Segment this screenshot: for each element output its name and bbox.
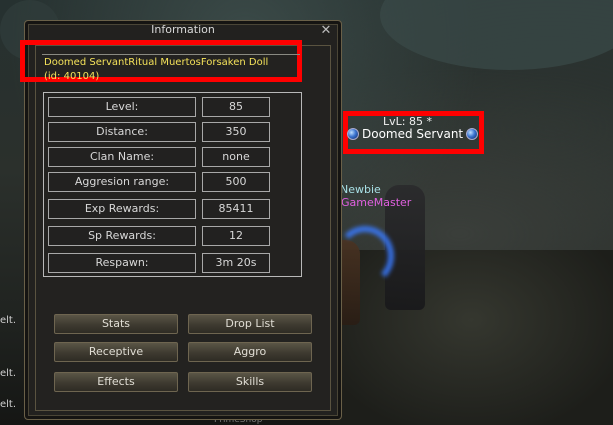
stat-value: 85411 xyxy=(202,199,270,219)
receptive-button[interactable]: Receptive xyxy=(54,342,178,362)
stat-value: 12 xyxy=(202,226,270,246)
spell-effect xyxy=(336,226,394,286)
target-name: Doomed Servant xyxy=(362,127,464,141)
stat-label: Exp Rewards: xyxy=(48,199,196,219)
stat-label: Level: xyxy=(48,97,196,117)
chat-line: elt. xyxy=(0,399,17,410)
player-name[interactable]: Newbie xyxy=(340,183,381,196)
stat-value: 85 xyxy=(202,97,270,117)
stat-label: Sp Rewards: xyxy=(48,226,196,246)
stat-label: Clan Name: xyxy=(48,147,196,167)
orb-icon xyxy=(347,128,359,140)
chat-line: elt. xyxy=(0,315,17,326)
stats-table: Level: 85 Distance: 350 Clan Name: none … xyxy=(43,92,302,277)
player-title: GameMaster xyxy=(341,196,412,209)
window-title: Information xyxy=(151,23,215,36)
close-icon[interactable]: ✕ xyxy=(319,24,333,38)
skills-button[interactable]: Skills xyxy=(188,372,312,392)
stat-label: Respawn: xyxy=(48,253,196,273)
stat-label: Aggresion range: xyxy=(48,172,196,192)
effects-button[interactable]: Effects xyxy=(54,372,178,392)
stat-value: 3m 20s xyxy=(202,253,270,273)
aggro-button[interactable]: Aggro xyxy=(188,342,312,362)
orb-icon xyxy=(466,128,479,140)
stat-value: 500 xyxy=(202,172,270,192)
divider xyxy=(42,54,300,55)
stat-value: none xyxy=(202,147,270,167)
stat-label: Distance: xyxy=(48,122,196,142)
chat-line: elt. xyxy=(0,368,17,379)
npc-id: (id: 40104) xyxy=(44,71,100,82)
background-rock xyxy=(380,0,613,70)
stats-button[interactable]: Stats xyxy=(54,314,178,334)
stat-value: 350 xyxy=(202,122,270,142)
drop-list-button[interactable]: Drop List xyxy=(188,314,312,334)
target-nameplate[interactable]: Doomed Servant xyxy=(347,127,479,141)
npc-name: Doomed ServantRitual MuertosForsaken Dol… xyxy=(44,57,269,68)
